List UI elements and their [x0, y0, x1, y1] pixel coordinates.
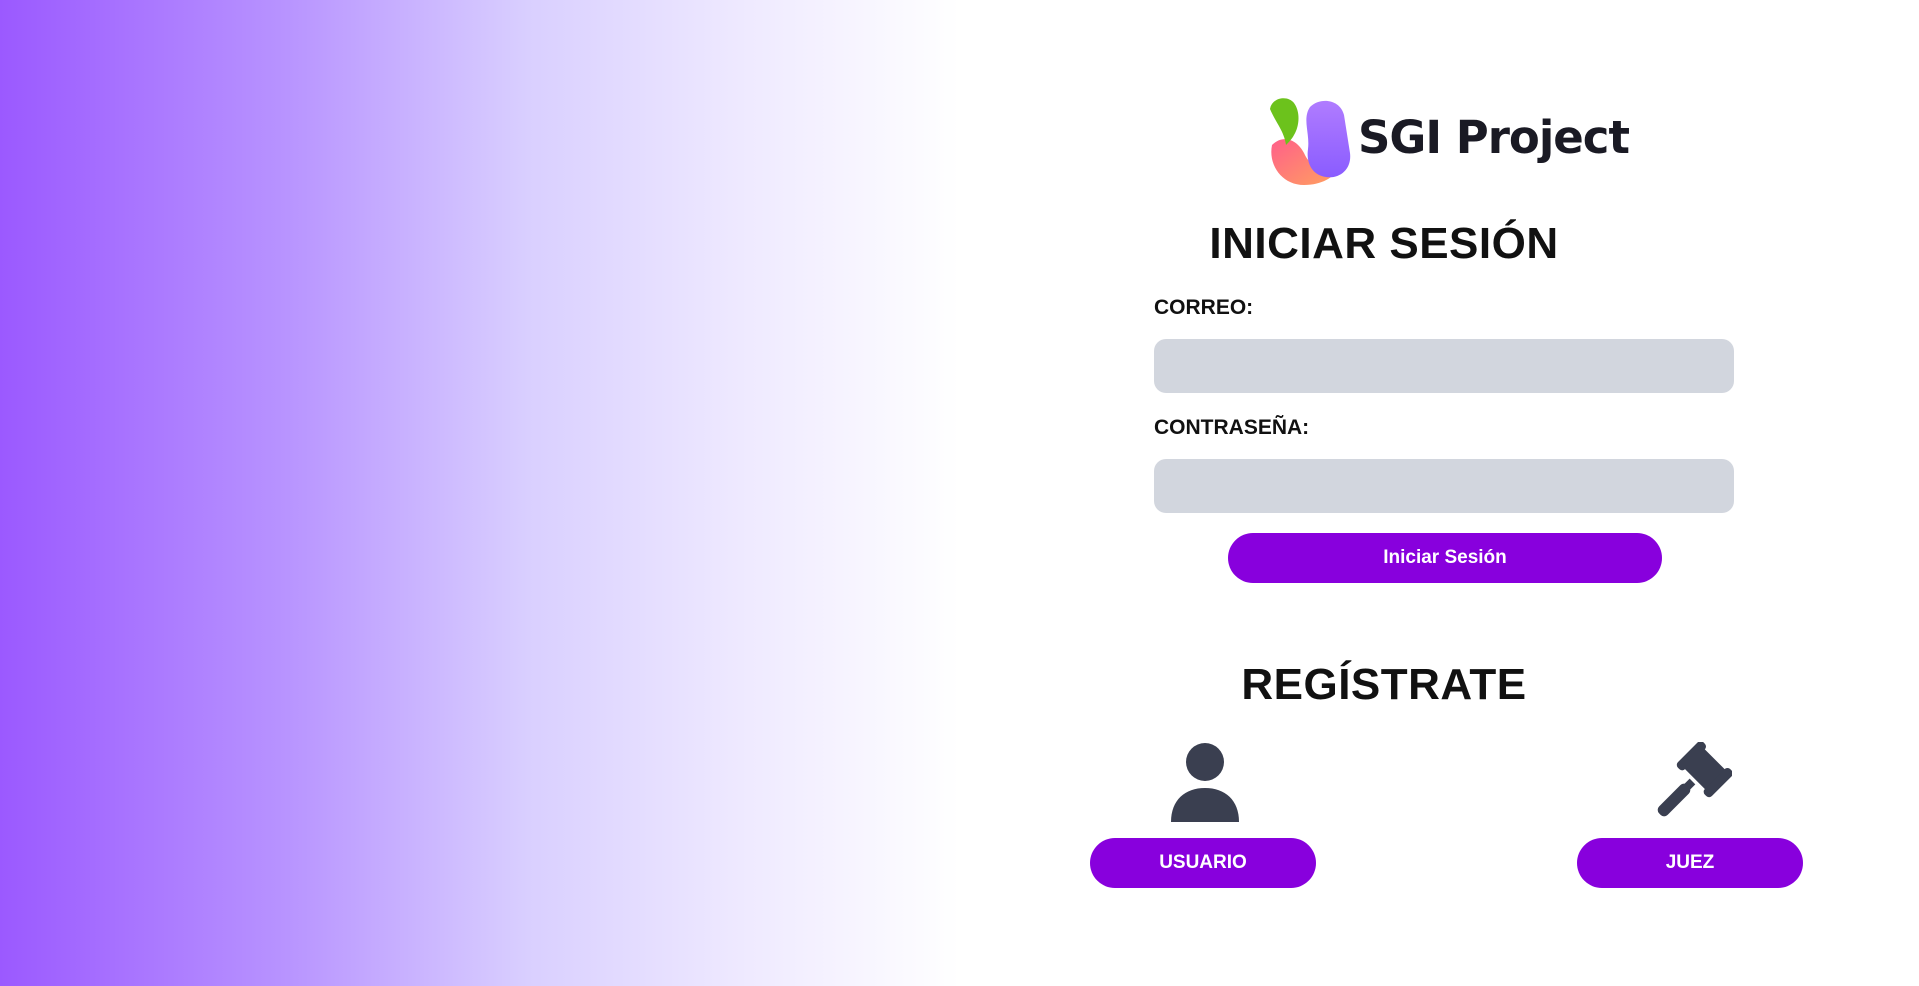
- login-button[interactable]: Iniciar Sesión: [1228, 533, 1662, 583]
- email-label: CORREO:: [1154, 296, 1254, 319]
- register-title: REGÍSTRATE: [1241, 660, 1527, 709]
- user-icon: [1165, 742, 1245, 822]
- gavel-icon: [1652, 741, 1733, 822]
- login-panel: SGI Project INICIAR SESIÓN CORREO: CONTR…: [1090, 0, 1854, 986]
- login-page: SGI Project INICIAR SESIÓN CORREO: CONTR…: [0, 0, 1919, 986]
- brand-logo: SGI Project: [1264, 93, 1644, 189]
- decorative-gradient-panel: [0, 0, 960, 986]
- password-field[interactable]: [1154, 459, 1734, 513]
- login-title: INICIAR SESIÓN: [1209, 219, 1559, 268]
- password-label: CONTRASEÑA:: [1154, 416, 1310, 439]
- sgi-logo-icon: [1270, 98, 1351, 185]
- register-judge-button[interactable]: JUEZ: [1577, 838, 1803, 888]
- brand-name: SGI Project: [1358, 111, 1630, 164]
- email-field[interactable]: [1154, 339, 1734, 393]
- register-user-button[interactable]: USUARIO: [1090, 838, 1316, 888]
